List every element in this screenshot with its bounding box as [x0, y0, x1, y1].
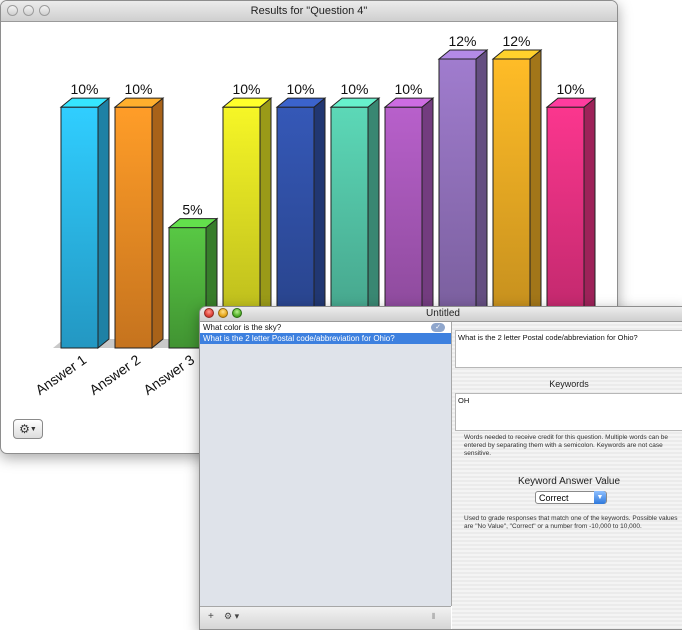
results-titlebar: Results for "Question 4" [1, 1, 617, 22]
category-label: Answer 2 [86, 351, 143, 398]
window-controls [204, 308, 242, 318]
keyword-answer-value-label: Keyword Answer Value [517, 476, 621, 487]
question-list: What color is the sky? ✓ What is the 2 l… [200, 322, 452, 606]
bar [492, 58, 531, 349]
bar [438, 58, 477, 349]
bar-value-label: 5% [182, 202, 202, 218]
bar-value-label: 10% [124, 81, 152, 97]
bar-value-label: 12% [502, 33, 530, 49]
minimize-button[interactable] [218, 308, 228, 318]
keywords-field[interactable]: OH [455, 393, 682, 431]
bar-value-label: 10% [232, 81, 260, 97]
untitled-window: Untitled What color is the sky? ✓ What i… [199, 306, 682, 630]
bar-side [475, 48, 488, 350]
answer-value-help-text: Used to grade responses that match one o… [464, 515, 678, 530]
window-controls [7, 5, 50, 16]
category-label: Answer 1 [32, 351, 89, 398]
question-editor: What is the 2 letter Postal code/abbrevi… [452, 322, 682, 629]
gear-icon: ⚙ [19, 422, 30, 436]
bar-side [151, 97, 164, 350]
bar-side [97, 97, 110, 350]
question-text: What color is the sky? [203, 323, 282, 332]
chevron-down-icon: ▼ [594, 491, 606, 504]
bar-value-label: 10% [70, 81, 98, 97]
checkmark-icon: ✓ [431, 323, 445, 332]
question-list-item-selected[interactable]: What is the 2 letter Postal code/abbrevi… [200, 333, 451, 344]
results-window-title: Results for "Question 4" [250, 5, 368, 17]
bar-value-label: 10% [556, 81, 584, 97]
minimize-button[interactable] [23, 5, 34, 16]
answer-value-selected: Correct [539, 493, 569, 503]
question-text: What is the 2 letter Postal code/abbrevi… [203, 334, 395, 343]
chart-action-button[interactable]: ⚙▼ [13, 419, 43, 439]
question-list-item[interactable]: What color is the sky? ✓ [200, 322, 451, 333]
resize-grip-icon[interactable]: ⦀ [432, 612, 436, 622]
answer-value-select[interactable]: Correct ▼ [535, 491, 607, 504]
zoom-button[interactable] [39, 5, 50, 16]
bar-value-label: 10% [286, 81, 314, 97]
close-button[interactable] [204, 308, 214, 318]
close-button[interactable] [7, 5, 18, 16]
category-label: Answer 3 [140, 351, 197, 398]
question-action-button[interactable]: ⚙ ▾ [224, 611, 239, 622]
zoom-button[interactable] [232, 308, 242, 318]
add-question-button[interactable]: + [208, 611, 214, 622]
bar [114, 106, 153, 349]
untitled-titlebar: Untitled [200, 307, 682, 322]
question-list-toolbar: + ⚙ ▾ ⦀ [200, 606, 451, 629]
bar-value-label: 10% [394, 81, 422, 97]
question-text-field[interactable]: What is the 2 letter Postal code/abbrevi… [455, 330, 682, 368]
bar-value-label: 10% [340, 81, 368, 97]
bar [60, 106, 99, 349]
chevron-down-icon: ▼ [29, 425, 37, 433]
untitled-window-title: Untitled [426, 308, 460, 319]
keywords-help-text: Words needed to receive credit for this … [464, 434, 669, 457]
bar-side [529, 48, 542, 350]
keywords-label: Keywords [549, 379, 589, 389]
bar-value-label: 12% [448, 33, 476, 49]
